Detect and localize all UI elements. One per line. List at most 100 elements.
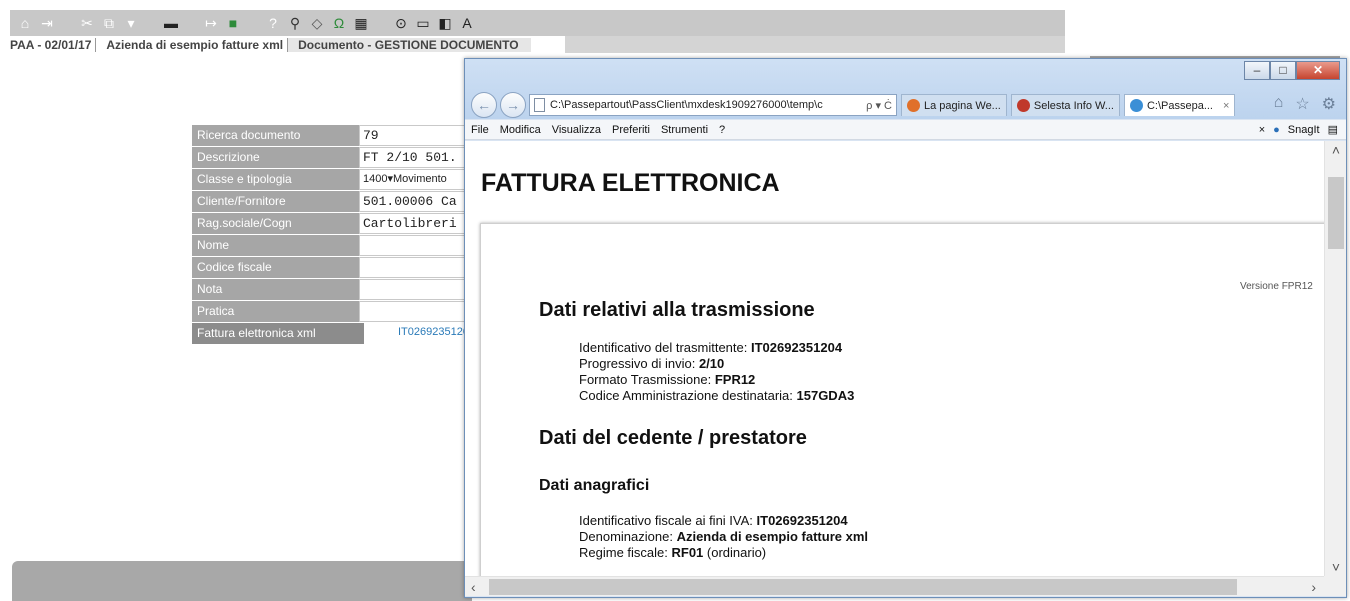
menu-preferiti[interactable]: Preferiti xyxy=(612,124,650,136)
form-label: Rag.sociale/Cogn xyxy=(192,213,359,234)
favorites-star-icon[interactable]: ☆ xyxy=(1295,94,1309,114)
exit-icon[interactable]: ⇥ xyxy=(38,14,56,32)
vertical-scrollbar[interactable]: ˄ ˅ xyxy=(1324,141,1346,576)
status-bar-filler xyxy=(565,36,1065,53)
scroll-corner xyxy=(1324,576,1346,596)
export-icon[interactable]: ↦ xyxy=(202,14,220,32)
page-title: FATTURA ELETTRONICA xyxy=(481,169,780,197)
window-controls: – □ ✕ xyxy=(1244,61,1340,80)
print-icon[interactable]: ▬ xyxy=(162,14,180,32)
close-icon[interactable]: ✕ xyxy=(1296,61,1340,80)
scroll-up-icon[interactable]: ˄ xyxy=(1325,141,1347,159)
paste-icon[interactable]: ▾ xyxy=(122,14,140,32)
line-key: Identificativo fiscale ai fini IVA: xyxy=(579,513,757,528)
eraser-icon[interactable]: ◇ xyxy=(308,14,326,32)
version-label: Versione FPR12 xyxy=(1240,281,1313,292)
form-label: Nota xyxy=(192,279,359,300)
form-row: Ricerca documento 79 xyxy=(192,125,492,146)
form-label: Classe e tipologia xyxy=(192,169,359,190)
line-key: Regime fiscale: xyxy=(579,545,672,560)
home-icon[interactable]: ⌂ xyxy=(1274,94,1284,114)
menu-strumenti[interactable]: Strumenti xyxy=(661,124,708,136)
line-value: RF01 xyxy=(671,545,704,560)
tab-close-icon[interactable]: × xyxy=(1223,100,1229,112)
form-label: Codice fiscale xyxy=(192,257,359,278)
record-icon[interactable]: ⊙ xyxy=(392,14,410,32)
status-date: PAA - 02/01/17 xyxy=(10,37,97,52)
status-company: Azienda di esempio fatture xml xyxy=(96,37,289,52)
status-module: Documento - GESTIONE DOCUMENTO xyxy=(288,37,531,52)
menubar-right: × ● SnagIt ▤ xyxy=(1259,123,1346,137)
line-key: Formato Trasmissione: xyxy=(579,372,715,387)
home-icon[interactable]: ⌂ xyxy=(16,14,34,32)
menu-file[interactable]: File xyxy=(471,124,489,136)
menu-help[interactable]: ? xyxy=(719,124,725,136)
browser-window: – □ ✕ ← → C:\Passepartout\PassClient\mxd… xyxy=(464,58,1347,598)
page-icon xyxy=(534,98,545,112)
address-controls[interactable]: ρ ▾ Ċ xyxy=(866,99,896,112)
address-bar[interactable]: C:\Passepartout\PassClient\mxdesk1909276… xyxy=(529,94,897,116)
document-form: Ricerca documento 79 Descrizione FT 2/10… xyxy=(192,125,492,345)
monitor-icon[interactable]: ▭ xyxy=(414,14,432,32)
scroll-thumb[interactable] xyxy=(1328,177,1344,249)
form-row: Nota xyxy=(192,279,492,300)
help-icon[interactable]: ? xyxy=(264,14,282,32)
line-key: Identificativo del trasmittente: xyxy=(579,340,751,355)
line-value: IT02692351204 xyxy=(756,513,848,528)
scroll-right-icon[interactable]: › xyxy=(1311,577,1316,597)
horizontal-scrollbar[interactable]: ‹ › xyxy=(465,576,1324,596)
forward-icon[interactable]: → xyxy=(500,92,526,118)
menubar-close-icon[interactable]: × xyxy=(1259,124,1265,136)
address-text: C:\Passepartout\PassClient\mxdesk1909276… xyxy=(550,99,823,111)
tab-selesta[interactable]: Selesta Info W... xyxy=(1010,94,1120,116)
cut-icon[interactable]: ✂ xyxy=(78,14,96,32)
menu-modifica[interactable]: Modifica xyxy=(500,124,541,136)
line-key: Denominazione: xyxy=(579,529,677,544)
scroll-left-icon[interactable]: ‹ xyxy=(471,577,476,597)
minimize-icon[interactable]: – xyxy=(1244,61,1270,80)
copy-icon[interactable]: ⧉ xyxy=(100,14,118,32)
snagit-label[interactable]: SnagIt xyxy=(1288,124,1320,136)
tab-label: La pagina We... xyxy=(924,99,1001,112)
snagit-icon: ● xyxy=(1273,123,1280,136)
back-icon[interactable]: ← xyxy=(471,92,497,118)
form-label: Nome xyxy=(192,235,359,256)
line-key: Codice Amministrazione destinataria: xyxy=(579,388,797,403)
tab-label: Selesta Info W... xyxy=(1033,99,1114,112)
desktop: ⌂ ⇥ ✂ ⧉ ▾ ▬ ↦ ■ ? ⚲ ◇ Ω ▦ ⊙ ▭ ◧ A PAA - … xyxy=(0,0,1350,601)
menu-visualizza[interactable]: Visualizza xyxy=(552,124,601,136)
calculator-icon[interactable]: ▦ xyxy=(352,14,370,32)
search-icon[interactable]: ⚲ xyxy=(286,14,304,32)
maximize-icon[interactable]: □ xyxy=(1270,61,1296,80)
scroll-down-icon[interactable]: ˅ xyxy=(1325,558,1347,576)
tab-la-pagina[interactable]: La pagina We... xyxy=(901,94,1007,116)
line-value: FPR12 xyxy=(714,372,756,387)
omega-icon[interactable]: Ω xyxy=(330,14,348,32)
font-icon[interactable]: A xyxy=(458,14,476,32)
scroll-thumb[interactable] xyxy=(489,579,1237,595)
form-label: Pratica xyxy=(192,301,359,322)
form-row: Rag.sociale/Cogn Cartolibreri xyxy=(192,213,492,234)
tab-passepartout[interactable]: C:\Passepa... × xyxy=(1123,94,1236,116)
browser-nav-row: ← → C:\Passepartout\PassClient\mxdesk190… xyxy=(471,92,1236,118)
browser-content: FATTURA ELETTRONICA Versione FPR12 Dati … xyxy=(465,141,1324,576)
line-value: 157GDA3 xyxy=(796,388,855,403)
line-value: 2/10 xyxy=(698,356,725,371)
browser-toolbar-icons: ⌂ ☆ ⚙ xyxy=(1274,94,1336,114)
settings-gear-icon[interactable]: ⚙ xyxy=(1322,94,1336,114)
form-label: Descrizione xyxy=(192,147,359,168)
bottom-button-bar xyxy=(12,561,472,601)
book-icon[interactable]: ■ xyxy=(224,14,242,32)
snagit-capture-icon[interactable]: ▤ xyxy=(1328,123,1338,136)
panel-icon[interactable]: ◧ xyxy=(436,14,454,32)
ie-favicon-icon xyxy=(1129,99,1143,112)
app-toolbar: ⌂ ⇥ ✂ ⧉ ▾ ▬ ↦ ■ ? ⚲ ◇ Ω ▦ ⊙ ▭ ◧ A xyxy=(10,10,1065,36)
form-label: Cliente/Fornitore xyxy=(192,191,359,212)
line-value: IT02692351204 xyxy=(750,340,843,355)
data-line: Formato Trasmissione: FPR12 xyxy=(579,372,755,388)
form-row-xml: Fattura elettronica xml IT0269235120 xyxy=(192,323,492,344)
section-heading: Dati del cedente / prestatore xyxy=(539,427,807,449)
tab-favicon-icon xyxy=(907,99,920,112)
form-row: Descrizione FT 2/10 501. xyxy=(192,147,492,168)
data-line: Identificativo del trasmittente: IT02692… xyxy=(579,340,842,356)
